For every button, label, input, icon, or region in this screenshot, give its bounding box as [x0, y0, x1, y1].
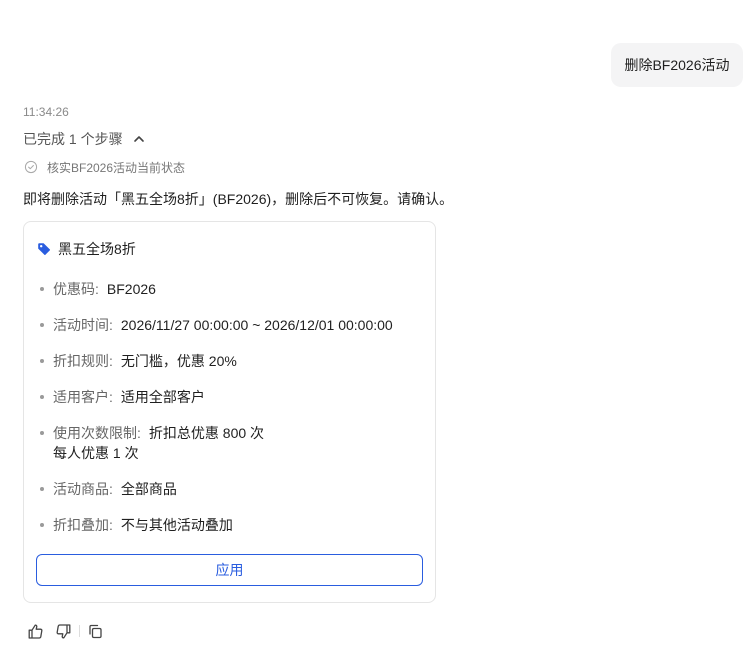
user-message-bubble: 删除BF2026活动	[611, 43, 743, 87]
tag-icon	[37, 242, 51, 256]
detail-value: BF2026	[106, 281, 156, 297]
steps-toggle[interactable]: 已完成 1 个步骤	[23, 129, 145, 149]
detail-value: 无门槛，优惠 20%	[120, 353, 237, 369]
feedback-bar	[27, 622, 104, 640]
user-message-text: 删除BF2026活动	[624, 57, 730, 73]
detail-item-customers: 适用客户: 适用全部客户	[38, 387, 393, 407]
step-item: 核实BF2026活动当前状态	[24, 158, 185, 176]
detail-label: 活动商品:	[53, 481, 113, 497]
detail-value-secondary: 每人优惠 1 次	[53, 445, 139, 461]
copy-icon[interactable]	[87, 623, 104, 640]
bullet	[40, 487, 44, 491]
detail-value: 不与其他活动叠加	[120, 517, 233, 533]
detail-label: 折扣叠加:	[53, 517, 113, 533]
card-header: 黑五全场8折	[37, 239, 136, 259]
detail-label: 使用次数限制:	[53, 425, 141, 441]
message-timestamp: 11:34:26	[23, 105, 69, 119]
detail-item-time-range: 活动时间: 2026/11/27 00:00:00 ~ 2026/12/01 00…	[38, 315, 393, 335]
bullet	[40, 359, 44, 363]
thumbs-up-icon[interactable]	[27, 623, 44, 640]
apply-button[interactable]: 应用	[36, 554, 423, 586]
detail-value: 适用全部客户	[120, 389, 205, 405]
detail-item-products: 活动商品: 全部商品	[38, 479, 393, 499]
detail-label: 适用客户:	[53, 389, 113, 405]
bullet	[40, 323, 44, 327]
detail-item-discount-rule: 折扣规则: 无门槛，优惠 20%	[38, 351, 393, 371]
bullet	[40, 395, 44, 399]
detail-value: 全部商品	[120, 481, 177, 497]
thumbs-down-icon[interactable]	[55, 623, 72, 640]
check-circle-icon	[24, 160, 38, 174]
detail-value: 折扣总优惠 800 次	[148, 425, 265, 441]
bullet	[40, 431, 44, 435]
step-label: 核实BF2026活动当前状态	[47, 160, 186, 175]
detail-list: 优惠码: BF2026 活动时间: 2026/11/27 00:00:00 ~ 20…	[38, 279, 393, 551]
detail-value: 2026/11/27 00:00:00 ~ 2026/12/01 00:00:0…	[120, 317, 393, 333]
chevron-up-icon	[133, 133, 145, 145]
feedback-divider	[79, 625, 80, 637]
detail-item-usage-limit: 使用次数限制: 折扣总优惠 800 次 每人优惠 1 次	[38, 423, 393, 463]
confirm-message: 即将删除活动「黑五全场8折」(BF2026)，删除后不可恢复。请确认。	[23, 191, 454, 207]
detail-item-stacking: 折扣叠加: 不与其他活动叠加	[38, 515, 393, 535]
bullet	[40, 287, 44, 291]
steps-summary: 已完成 1 个步骤	[23, 131, 123, 147]
card-title: 黑五全场8折	[58, 241, 136, 257]
promotion-card: 黑五全场8折 优惠码: BF2026 活动时间: 2026/11/27 00:00:…	[23, 221, 436, 603]
bullet	[40, 523, 44, 527]
detail-label: 活动时间:	[53, 317, 113, 333]
detail-item-coupon-code: 优惠码: BF2026	[38, 279, 393, 299]
detail-label: 优惠码:	[53, 281, 99, 297]
detail-label: 折扣规则:	[53, 353, 113, 369]
